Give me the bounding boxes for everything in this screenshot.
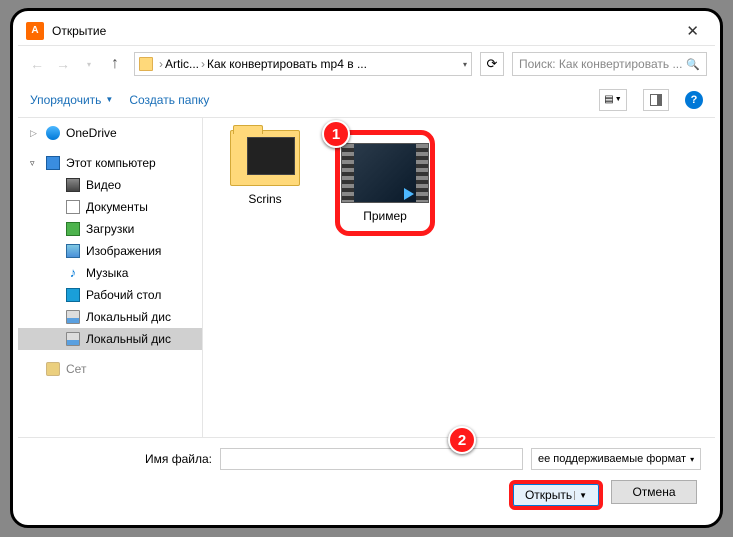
play-icon — [404, 188, 414, 200]
filename-input[interactable] — [220, 448, 523, 470]
cloud-icon — [46, 126, 60, 140]
navigation-tree: ▷ OneDrive ▿ Этот компьютер Видео Докуме… — [18, 118, 203, 437]
back-button[interactable]: ← — [26, 53, 48, 75]
document-icon — [66, 200, 80, 214]
chevron-down-icon: ▼ — [574, 491, 587, 500]
tree-drive-selected[interactable]: Локальный дис — [18, 328, 202, 350]
command-bar: Упорядочить▼ Создать папку ▤▼ ? — [18, 82, 715, 118]
download-icon — [66, 222, 80, 236]
search-icon: 🔍 — [686, 58, 700, 71]
pc-icon — [46, 156, 60, 170]
refresh-button[interactable]: ⟳ — [480, 52, 504, 76]
search-input[interactable]: Поиск: Как конвертировать ... 🔍 — [512, 52, 707, 76]
tree-network[interactable]: Сет — [18, 358, 202, 380]
annotation-marker-2: 2 — [448, 426, 476, 454]
video-thumbnail — [341, 143, 429, 203]
drive-icon — [66, 310, 80, 324]
drive-icon — [66, 332, 80, 346]
tree-documents[interactable]: Документы — [18, 196, 202, 218]
network-icon — [46, 362, 60, 376]
image-icon — [66, 244, 80, 258]
folder-icon — [230, 130, 300, 186]
chevron-down-icon: ▼ — [615, 96, 622, 103]
tree-music[interactable]: ♪Музыка — [18, 262, 202, 284]
help-button[interactable]: ? — [685, 91, 703, 109]
chevron-down-icon: ▾ — [690, 455, 694, 464]
video-label: Пример — [363, 209, 407, 223]
recent-dropdown[interactable]: ▾ — [78, 53, 100, 75]
video-icon — [66, 178, 80, 192]
file-open-dialog: A Открытие ✕ ← → ▾ ↑ › Artic... › Как ко… — [18, 16, 715, 520]
dialog-title: Открытие — [52, 24, 678, 38]
breadcrumb-segment[interactable]: Как конвертировать mp4 в ... — [207, 57, 367, 71]
titlebar: A Открытие ✕ — [18, 16, 715, 46]
tree-desktop[interactable]: Рабочий стол — [18, 284, 202, 306]
navigation-bar: ← → ▾ ↑ › Artic... › Как конвертировать … — [18, 46, 715, 82]
view-mode-button[interactable]: ▤▼ — [599, 89, 627, 111]
tree-onedrive[interactable]: ▷ OneDrive — [18, 122, 202, 144]
cancel-button[interactable]: Отмена — [611, 480, 697, 504]
search-placeholder: Поиск: Как конвертировать ... — [519, 57, 682, 71]
forward-button[interactable]: → — [52, 53, 74, 75]
address-dropdown-icon[interactable]: ▾ — [463, 60, 467, 69]
close-button[interactable]: ✕ — [678, 22, 707, 40]
annotation-marker-1: 1 — [322, 120, 350, 148]
tree-pictures[interactable]: Изображения — [18, 240, 202, 262]
breadcrumb-segment[interactable]: Artic... — [165, 57, 199, 71]
preview-pane-button[interactable] — [643, 89, 669, 111]
bottom-panel: Имя файла: ее поддерживаемые формат ▾ От… — [18, 437, 715, 520]
open-button[interactable]: Открыть ▼ — [509, 480, 603, 510]
folder-icon — [139, 57, 153, 71]
video-file-item[interactable]: Пример — [335, 130, 435, 236]
folder-label: Scrins — [248, 192, 281, 206]
desktop-icon — [66, 288, 80, 302]
collapse-icon[interactable]: ▿ — [30, 158, 35, 169]
app-icon: A — [26, 22, 44, 40]
thumbnails-icon: ▤ — [604, 94, 613, 105]
new-folder-button[interactable]: Создать папку — [129, 93, 209, 107]
folder-item[interactable]: Scrins — [215, 130, 315, 206]
file-type-filter[interactable]: ее поддерживаемые формат ▾ — [531, 448, 701, 470]
organize-button[interactable]: Упорядочить▼ — [30, 93, 113, 107]
tree-videos[interactable]: Видео — [18, 174, 202, 196]
filename-label: Имя файла: — [32, 452, 212, 466]
tree-drive[interactable]: Локальный дис — [18, 306, 202, 328]
pane-icon — [650, 94, 662, 106]
tree-this-pc[interactable]: ▿ Этот компьютер — [18, 152, 202, 174]
tree-downloads[interactable]: Загрузки — [18, 218, 202, 240]
expand-icon[interactable]: ▷ — [30, 128, 37, 139]
up-button[interactable]: ↑ — [104, 53, 126, 75]
file-list[interactable]: Scrins Пример — [203, 118, 715, 437]
chevron-down-icon: ▼ — [105, 95, 113, 104]
music-icon: ♪ — [66, 266, 80, 280]
address-bar[interactable]: › Artic... › Как конвертировать mp4 в ..… — [134, 52, 472, 76]
